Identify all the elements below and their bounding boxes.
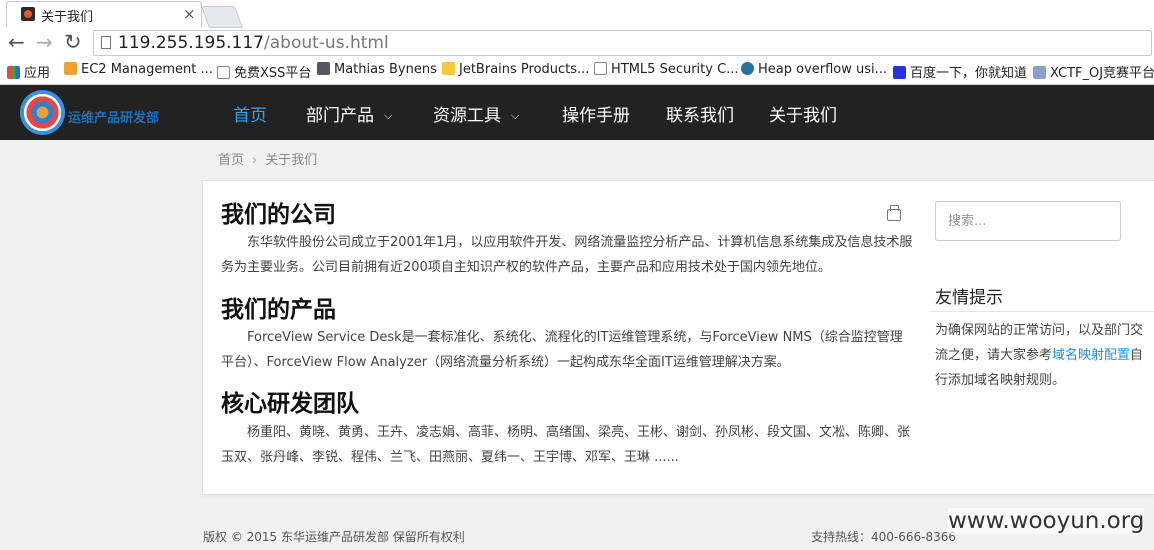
search-input[interactable]	[935, 201, 1121, 241]
bookmark-apps[interactable]: 应用	[7, 62, 50, 81]
nav-tools[interactable]: 资源工具 ⌵	[433, 101, 519, 126]
nav-manual[interactable]: 操作手册	[562, 101, 630, 126]
box-icon	[64, 62, 77, 75]
chevron-down-icon: ⌵	[511, 109, 520, 122]
reload-icon[interactable]: ↻	[64, 32, 82, 53]
bookmark-xctf[interactable]: XCTF_OJ竞赛平台	[1033, 62, 1154, 81]
page-icon	[101, 36, 111, 49]
back-arrow-icon[interactable]: ←	[8, 32, 25, 52]
browser-tabbar: 关于我们 ×	[0, 0, 1154, 29]
close-icon[interactable]: ×	[183, 5, 196, 23]
bookmark-mathias[interactable]: Mathias Bynens	[317, 62, 437, 77]
content-card: 我们的公司 东华软件股份公司成立于2001年1月，以应用软件开发、网络流量监控分…	[202, 180, 1154, 495]
chevron-down-icon: ⌵	[384, 109, 393, 122]
apps-grid-icon	[7, 66, 20, 79]
section-body-company: 东华软件股份公司成立于2001年1月，以应用软件开发、网络流量监控分析产品、计算…	[221, 235, 913, 275]
jetbrains-icon	[442, 62, 455, 75]
tab-title: 关于我们	[41, 10, 94, 25]
bookmark-xss[interactable]: 免费XSS平台	[217, 62, 311, 81]
bookmarks-bar: 应用 EC2 Management ... 免费XSS平台 Mathias By…	[0, 58, 1154, 85]
bookmark-jetbrains[interactable]: JetBrains Products...	[442, 62, 589, 77]
wordpress-icon	[741, 62, 754, 75]
favicon-icon	[21, 7, 35, 21]
domain-mapping-link[interactable]: 域名映射配置	[1052, 348, 1130, 363]
xctf-icon	[1033, 66, 1046, 79]
url-text[interactable]: 119.255.195.117/about-us.html	[118, 33, 389, 53]
breadcrumb: 首页 › 关于我们	[218, 149, 317, 168]
nav-about[interactable]: 关于我们	[769, 101, 837, 126]
section-title-products: 我们的产品	[221, 296, 336, 323]
breadcrumb-home[interactable]: 首页	[218, 153, 244, 168]
browser-tab[interactable]: 关于我们 ×	[6, 1, 202, 27]
footer-hotline: 支持热线：400-666-8366	[811, 530, 957, 544]
watermark: www.wooyun.org	[948, 508, 1145, 534]
section-body-team: 杨重阳、黄晓、黄勇、王卉、凌志娟、高菲、杨明、高绪国、梁亮、王彬、谢剑、孙凤彬、…	[221, 425, 911, 465]
paw-icon	[893, 66, 906, 79]
avatar-icon	[317, 62, 330, 75]
page-icon	[217, 66, 230, 79]
site-navbar: 运维产品研发部 首页 部门产品 ⌵ 资源工具 ⌵ 操作手册 联系我们 关于我们	[0, 85, 1154, 140]
address-bar[interactable]: 119.255.195.117/about-us.html	[93, 30, 1152, 56]
page-icon	[594, 62, 607, 75]
section-title-team: 核心研发团队	[221, 390, 359, 417]
forward-arrow-icon[interactable]: →	[36, 32, 53, 52]
tips-title: 友情提示	[935, 288, 1003, 308]
section-title-company: 我们的公司	[221, 201, 336, 228]
bookmark-ec2[interactable]: EC2 Management ...	[64, 62, 213, 77]
nav-contact[interactable]: 联系我们	[666, 101, 734, 126]
tips-text: 为确保网站的正常访问，以及部门交流之便，请大家参考域名映射配置自行添加域名映射规…	[935, 323, 1144, 388]
new-tab-button[interactable]	[200, 6, 244, 28]
logo-icon[interactable]	[20, 90, 65, 135]
section-body-products: ForceView Service Desk是一套标准化、系统化、流程化的IT运…	[221, 330, 903, 370]
divider	[929, 311, 1154, 312]
browser-toolbar: ← → ↻ 119.255.195.117/about-us.html	[0, 28, 1154, 58]
bookmark-html5[interactable]: HTML5 Security C...	[594, 62, 739, 77]
breadcrumb-separator: ›	[252, 153, 258, 168]
nav-products[interactable]: 部门产品 ⌵	[306, 101, 392, 126]
nav-home[interactable]: 首页	[233, 101, 267, 126]
bookmark-heap[interactable]: Heap overflow usi...	[741, 62, 887, 77]
logo-text[interactable]: 运维产品研发部	[68, 107, 159, 126]
breadcrumb-current: 关于我们	[265, 153, 318, 168]
bookmark-baidu[interactable]: 百度一下，你就知道	[893, 62, 1027, 81]
footer-copyright: 版权 © 2015 东华运维产品研发部 保留所有权利	[203, 530, 465, 544]
print-icon[interactable]	[887, 205, 901, 221]
